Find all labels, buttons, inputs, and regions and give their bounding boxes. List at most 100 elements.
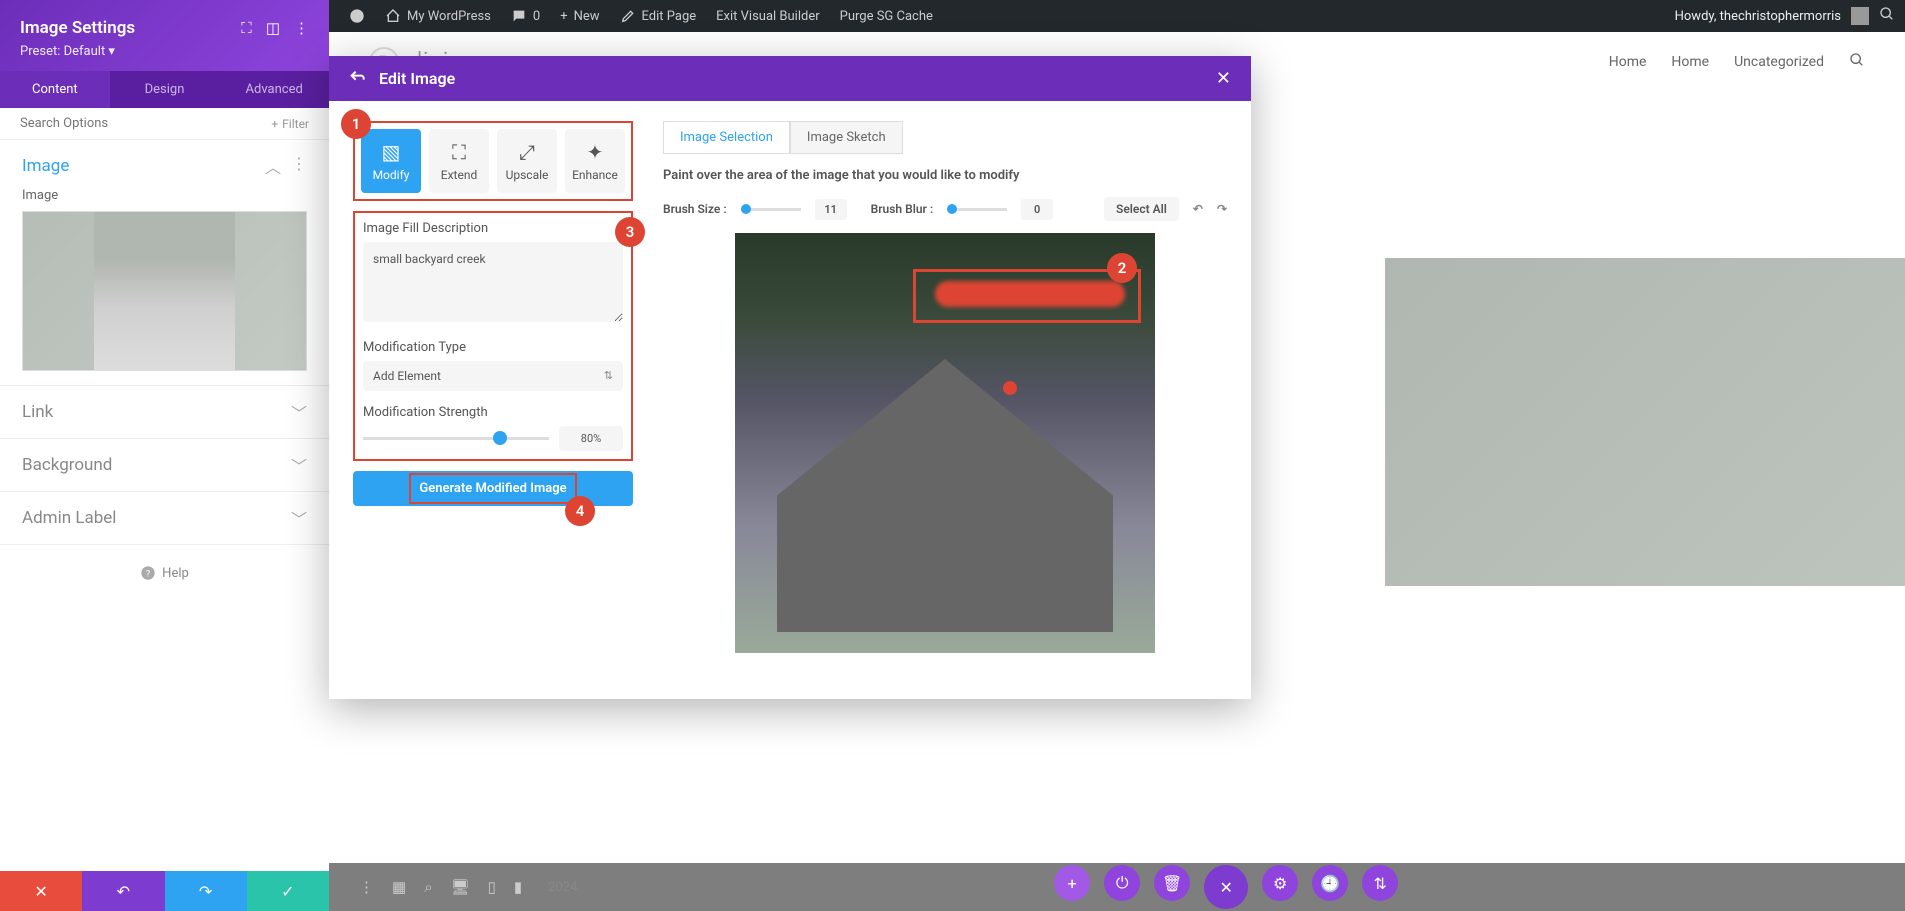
mode-extend-button[interactable]: ⛶ Extend [429, 129, 489, 193]
settings-circle-button[interactable]: ⚙ [1262, 865, 1298, 901]
admin-label-section[interactable]: Admin Label ﹀ [0, 492, 329, 545]
strength-slider[interactable] [363, 437, 549, 440]
filter-button[interactable]: + Filter [271, 117, 309, 131]
brush-blur-value[interactable]: 0 [1021, 199, 1053, 220]
image-field-label: Image [22, 188, 307, 203]
redo-button[interactable]: ↷ [165, 871, 247, 911]
back-button[interactable] [349, 69, 365, 89]
background-image-block [1385, 258, 1905, 586]
history-circle-button[interactable]: 🕘 [1312, 865, 1348, 901]
fill-description-input[interactable]: small backyard creek [363, 242, 623, 322]
brush-blur-slider[interactable] [947, 208, 1007, 211]
redo-icon: ↷ [199, 882, 212, 901]
section-title-link: Link [22, 402, 53, 422]
image-canvas[interactable]: 2 [735, 233, 1155, 653]
purge-cache-item[interactable]: Purge SG Cache [830, 9, 943, 24]
user-avatar[interactable] [1851, 7, 1869, 25]
strength-value[interactable]: 80% [559, 426, 623, 451]
preset-selector[interactable]: Preset: Default ▾ [20, 44, 309, 59]
zoom-icon[interactable]: ⌕ [424, 878, 432, 896]
close-circle-button[interactable]: ✕ [1204, 865, 1248, 909]
wp-logo[interactable] [339, 8, 375, 24]
nav-uncategorized[interactable]: Uncategorized [1734, 54, 1824, 70]
wireframe-icon[interactable]: ▦ [392, 878, 406, 896]
modification-strength-label: Modification Strength [363, 405, 623, 420]
modification-type-select[interactable]: Add Element [363, 361, 623, 391]
settings-header: Image Settings ⛶ ◫ ⋮ Preset: Default ▾ [0, 0, 329, 71]
section-title-background: Background [22, 455, 112, 475]
expand-icon[interactable]: ⛶ [241, 19, 252, 37]
new-item[interactable]: + New [550, 9, 609, 24]
section-title-image[interactable]: Image [22, 156, 69, 176]
mode-enhance-button[interactable]: ✦ Enhance [565, 129, 625, 193]
settings-title: Image Settings [20, 18, 135, 38]
mode-upscale-label: Upscale [506, 168, 549, 182]
modify-icon: ▧ [382, 140, 401, 164]
tab-advanced[interactable]: Advanced [219, 71, 329, 108]
canvas-undo-icon[interactable]: ↶ [1193, 202, 1203, 216]
search-icon[interactable] [1849, 52, 1865, 72]
mode-upscale-button[interactable]: ⤢ Upscale [497, 129, 557, 193]
mode-extend-label: Extend [441, 168, 477, 182]
edit-page-item[interactable]: Edit Page [610, 8, 707, 24]
check-icon: ✓ [281, 882, 294, 901]
fill-section: 3 Image Fill Description small backyard … [353, 211, 633, 461]
paint-instruction: Paint over the area of the image that yo… [663, 168, 1227, 183]
generate-button-wrap: Generate Modified Image 4 [353, 471, 633, 506]
comments-item[interactable]: 0 [501, 8, 550, 24]
search-icon-admin[interactable] [1879, 6, 1895, 26]
annotation-1: 1 [341, 109, 371, 139]
modal-title: Edit Image [379, 69, 455, 88]
add-circle-button[interactable]: + [1054, 865, 1090, 901]
background-section[interactable]: Background ﹀ [0, 439, 329, 492]
tablet-icon[interactable]: ▯ [488, 878, 496, 896]
section-more-icon[interactable]: ⋮ [291, 154, 307, 178]
enhance-icon: ✦ [587, 140, 604, 164]
cursor-dot [1003, 381, 1017, 395]
exit-vb-item[interactable]: Exit Visual Builder [706, 9, 829, 24]
save-button[interactable]: ✓ [247, 871, 329, 911]
nav-home[interactable]: Home [1609, 54, 1647, 70]
phone-icon[interactable]: ▮ [514, 878, 522, 896]
brush-size-value[interactable]: 11 [815, 199, 847, 220]
search-options-input[interactable] [20, 116, 271, 131]
tab-design[interactable]: Design [110, 71, 220, 108]
modification-type-label: Modification Type [363, 340, 623, 355]
mode-modify-button[interactable]: ▧ Modify [361, 129, 421, 193]
site-nav: Home Home Uncategorized [1609, 52, 1865, 72]
sort-circle-button[interactable]: ⇅ [1362, 865, 1398, 901]
toolbar-more-icon[interactable]: ⋮ [359, 878, 374, 896]
canvas-roof-shape [777, 359, 1113, 632]
link-section[interactable]: Link ﹀ [0, 386, 329, 439]
more-icon[interactable]: ⋮ [294, 19, 309, 37]
image-section: Image ︿ ⋮ Image [0, 140, 329, 386]
panel-icon[interactable]: ◫ [266, 19, 280, 37]
canvas-redo-icon[interactable]: ↷ [1217, 202, 1227, 216]
brush-controls: Brush Size : 11 Brush Blur : 0 Select Al… [663, 197, 1227, 221]
brush-size-slider[interactable] [741, 208, 801, 211]
site-name-item[interactable]: My WordPress [375, 8, 501, 24]
tab-image-selection[interactable]: Image Selection [663, 121, 790, 154]
image-thumbnail[interactable] [22, 211, 307, 371]
desktop-icon[interactable]: 🖥 [451, 878, 470, 896]
slider-thumb[interactable] [493, 431, 507, 445]
help-link[interactable]: ? Help [0, 545, 329, 601]
select-all-button[interactable]: Select All [1104, 197, 1179, 221]
nav-home-2[interactable]: Home [1671, 54, 1709, 70]
tab-image-sketch[interactable]: Image Sketch [790, 121, 903, 154]
chevron-up-icon[interactable]: ︿ [265, 154, 281, 178]
trash-circle-button[interactable]: 🗑 [1154, 865, 1190, 901]
tab-content[interactable]: Content [0, 71, 110, 108]
undo-button[interactable]: ↶ [82, 871, 164, 911]
close-modal-button[interactable]: ✕ [1216, 68, 1231, 89]
power-circle-button[interactable]: ⏻ [1104, 865, 1140, 901]
settings-tabs: Content Design Advanced [0, 71, 329, 108]
howdy-text[interactable]: Howdy, thechristophermorris [1675, 9, 1841, 24]
plus-icon: + [560, 9, 567, 24]
chevron-down-icon: ﹀ [291, 506, 307, 530]
annotation-4: 4 [565, 496, 595, 526]
wp-admin-bar: My WordPress 0 + New Edit Page Exit Visu… [329, 0, 1905, 32]
discard-button[interactable]: ✕ [0, 871, 82, 911]
extend-icon: ⛶ [452, 140, 466, 164]
purge-label: Purge SG Cache [840, 9, 933, 24]
